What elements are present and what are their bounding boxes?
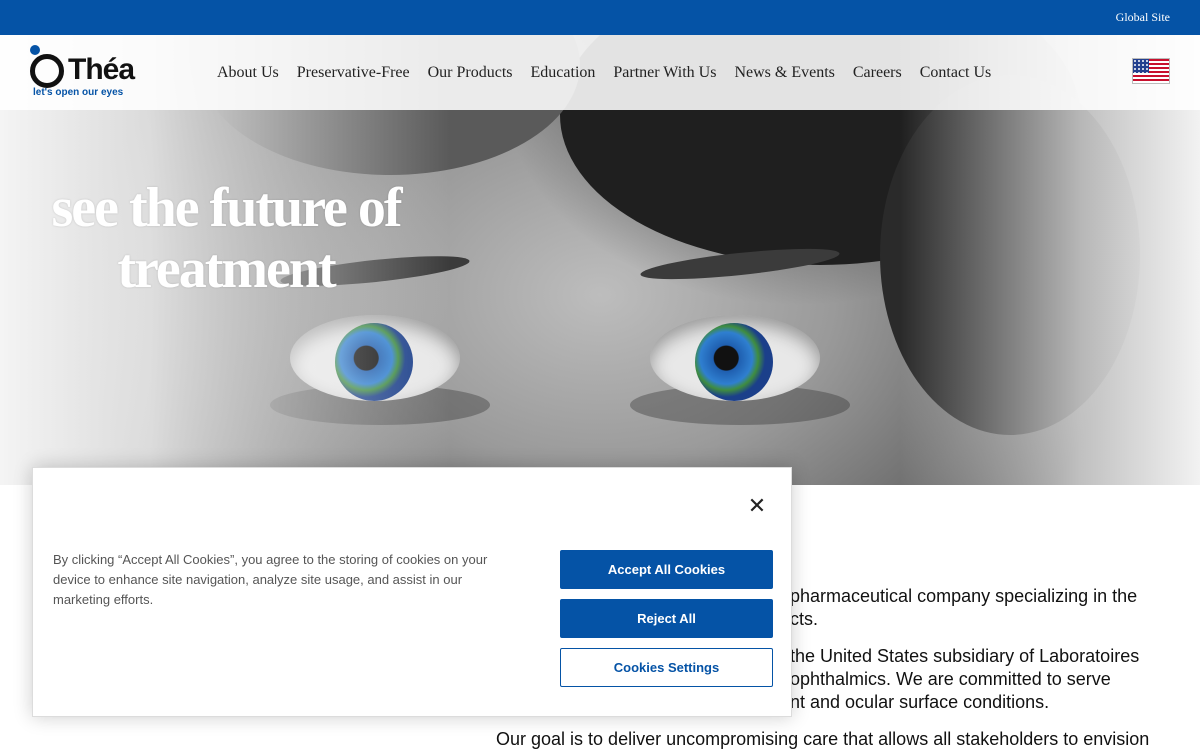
- us-flag-icon[interactable]: [1132, 58, 1170, 84]
- nav-news-events[interactable]: News & Events: [734, 64, 834, 82]
- thea-logo[interactable]: Théa let's open our eyes: [30, 45, 140, 100]
- close-icon[interactable]: ✕: [746, 496, 768, 518]
- cookie-consent-dialog: ✕ By clicking “Accept All Cookies”, you …: [32, 467, 792, 717]
- global-site-link[interactable]: Global Site: [1116, 10, 1170, 25]
- main-navbar: Théa let's open our eyes About Us Preser…: [0, 35, 1200, 110]
- primary-nav: About Us Preservative-Free Our Products …: [217, 64, 991, 82]
- reject-all-button[interactable]: Reject All: [560, 599, 773, 638]
- logo-tagline: let's open our eyes: [33, 87, 124, 98]
- logo-dot-icon: [30, 45, 40, 55]
- intro-paragraph: Our goal is to deliver uncompromising ca…: [496, 729, 1150, 749]
- right-eye: [650, 315, 820, 401]
- earth-iris-icon: [695, 323, 773, 401]
- nav-partner-with-us[interactable]: Partner With Us: [613, 64, 716, 82]
- top-utility-bar: Global Site: [0, 0, 1200, 35]
- flag-canton: [1133, 59, 1149, 73]
- accept-all-cookies-button[interactable]: Accept All Cookies: [560, 550, 773, 589]
- nav-education[interactable]: Education: [531, 64, 596, 82]
- nav-careers[interactable]: Careers: [853, 64, 902, 82]
- nav-contact-us[interactable]: Contact Us: [920, 64, 992, 82]
- nav-our-products[interactable]: Our Products: [428, 64, 513, 82]
- cookie-message: By clicking “Accept All Cookies”, you ag…: [53, 552, 488, 607]
- cookies-settings-button[interactable]: Cookies Settings: [560, 648, 773, 687]
- nav-about-us[interactable]: About Us: [217, 64, 279, 82]
- logo-ring-icon: [30, 54, 64, 88]
- hero-headline: see the future of treatment: [51, 177, 402, 300]
- nav-preservative-free[interactable]: Preservative-Free: [297, 64, 410, 82]
- logo-wordmark: Théa: [68, 53, 135, 86]
